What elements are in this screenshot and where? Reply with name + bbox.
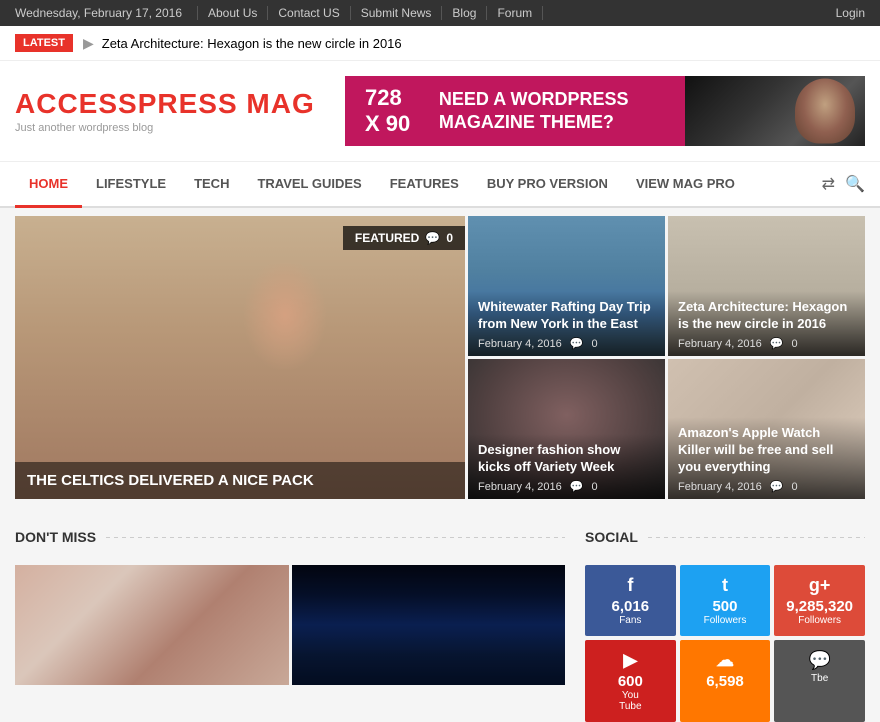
main-content: FEATURED 💬 0 THE CELTICS DELIVERED A NIC… — [0, 216, 880, 722]
banner-image — [685, 76, 865, 146]
nav-buy-pro[interactable]: BUY PRO VERSION — [473, 162, 622, 208]
dont-miss: DON'T MISS — [15, 529, 565, 722]
featured-main-title: THE CELTICS DELIVERED A NICE PACK — [15, 462, 465, 499]
banner-text: NEED A WORDPRESS MAGAZINE THEME? — [439, 88, 665, 135]
card-rafting-meta: February 4, 2016 💬 0 — [478, 337, 655, 350]
nav-travel-guides[interactable]: TRAVEL GUIDES — [243, 162, 375, 208]
youtube-label: YouTube — [590, 690, 671, 712]
logo-title: ACCESSPRESS MAG — [15, 88, 315, 120]
card-fashion-overlay: Designer fashion show kicks off Variety … — [468, 434, 665, 499]
date: Wednesday, February 17, 2016 — [15, 6, 182, 20]
about-link[interactable]: About Us — [197, 6, 268, 20]
nav-links: HOME LIFESTYLE TECH TRAVEL GUIDES FEATUR… — [15, 162, 749, 206]
dont-miss-grid — [15, 565, 565, 685]
header: ACCESSPRESS MAG Just another wordpress b… — [0, 61, 880, 162]
comment-icon: 💬 — [425, 231, 440, 245]
gplus-count: 9,285,320 — [779, 598, 860, 615]
facebook-label: Fans — [590, 615, 671, 626]
latest-badge: LATEST — [15, 34, 73, 52]
twitter-count: 500 — [685, 598, 766, 615]
nav-view-mag-pro[interactable]: VIEW MAG PRO — [622, 162, 749, 208]
dont-miss-image-1 — [15, 565, 289, 685]
card-architecture[interactable]: Zeta Architecture: Hexagon is the new ci… — [668, 216, 865, 356]
comment-icon: 💬 — [770, 480, 784, 493]
search-icon[interactable]: 🔍 — [845, 174, 865, 194]
logo-main: ACCESSPRESS — [15, 88, 238, 119]
nav-tech[interactable]: TECH — [180, 162, 243, 208]
social-youtube[interactable]: ▶ 600 YouTube — [585, 640, 676, 722]
comment-icon: 💬 — [570, 480, 584, 493]
banner-size: 728 X 90 — [365, 85, 419, 137]
comments-label: Tbe — [779, 673, 860, 684]
logo-accent: MAG — [238, 88, 315, 119]
bottom-section: DON'T MISS SOCIAL f 6,016 Fans — [15, 519, 865, 722]
submit-news-link[interactable]: Submit News — [351, 6, 443, 20]
gplus-label: Followers — [779, 615, 860, 626]
nav-icons: ⇄ 🔍 — [822, 174, 865, 194]
social-soundcloud[interactable]: ☁ 6,598 — [680, 640, 771, 722]
card-rafting-title: Whitewater Rafting Day Trip from New Yor… — [478, 299, 655, 333]
gplus-icon: g+ — [779, 575, 860, 596]
card-rafting-overlay: Whitewater Rafting Day Trip from New Yor… — [468, 291, 665, 356]
card-architecture-title: Zeta Architecture: Hexagon is the new ci… — [678, 299, 855, 333]
forum-link[interactable]: Forum — [487, 6, 543, 20]
nav-features[interactable]: FEATURES — [376, 162, 473, 208]
soundcloud-count: 6,598 — [685, 673, 766, 690]
dont-miss-card-2[interactable] — [292, 565, 566, 685]
social-title: SOCIAL — [585, 529, 865, 553]
twitter-icon: t — [685, 575, 766, 596]
card-rafting[interactable]: Whitewater Rafting Day Trip from New Yor… — [468, 216, 665, 356]
card-apple-overlay: Amazon's Apple Watch Killer will be free… — [668, 417, 865, 499]
card-architecture-meta: February 4, 2016 💬 0 — [678, 337, 855, 350]
twitter-label: Followers — [685, 615, 766, 626]
dont-miss-card-1[interactable] — [15, 565, 289, 685]
featured-main[interactable]: FEATURED 💬 0 THE CELTICS DELIVERED A NIC… — [15, 216, 465, 499]
soundcloud-icon: ☁ — [685, 650, 766, 671]
comment-icon: 💬 — [770, 337, 784, 350]
social-grid: f 6,016 Fans t 500 Followers g+ 9,285,32… — [585, 565, 865, 722]
card-architecture-overlay: Zeta Architecture: Hexagon is the new ci… — [668, 291, 865, 356]
login-link[interactable]: Login — [836, 6, 865, 20]
breaking-text: Zeta Architecture: Hexagon is the new ci… — [102, 36, 402, 51]
featured-grid: FEATURED 💬 0 THE CELTICS DELIVERED A NIC… — [15, 216, 865, 499]
featured-badge: FEATURED 💬 0 — [343, 226, 465, 250]
social-comments[interactable]: 💬 Tbe — [774, 640, 865, 722]
social-facebook[interactable]: f 6,016 Fans — [585, 565, 676, 636]
logo: ACCESSPRESS MAG Just another wordpress b… — [15, 88, 315, 134]
card-fashion[interactable]: Designer fashion show kicks off Variety … — [468, 359, 665, 499]
card-apple[interactable]: Amazon's Apple Watch Killer will be free… — [668, 359, 865, 499]
shuffle-icon[interactable]: ⇄ — [822, 174, 835, 194]
facebook-count: 6,016 — [590, 598, 671, 615]
top-nav: About Us Contact US Submit News Blog For… — [197, 6, 543, 20]
card-fashion-meta: February 4, 2016 💬 0 — [478, 480, 655, 493]
social: SOCIAL f 6,016 Fans t 500 Followers g+ 9… — [585, 529, 865, 722]
youtube-count: 600 — [590, 673, 671, 690]
facebook-icon: f — [590, 575, 671, 596]
social-twitter[interactable]: t 500 Followers — [680, 565, 771, 636]
youtube-icon: ▶ — [590, 650, 671, 671]
breaking-arrow: ▶ — [83, 35, 94, 52]
card-apple-meta: February 4, 2016 💬 0 — [678, 480, 855, 493]
top-bar: Wednesday, February 17, 2016 About Us Co… — [0, 0, 880, 26]
dont-miss-title: DON'T MISS — [15, 529, 565, 553]
featured-comment-count: 0 — [446, 231, 453, 245]
nav-home[interactable]: HOME — [15, 162, 82, 208]
main-nav: HOME LIFESTYLE TECH TRAVEL GUIDES FEATUR… — [0, 162, 880, 208]
contact-link[interactable]: Contact US — [268, 6, 350, 20]
comment-icon: 💬 — [570, 337, 584, 350]
comments-icon: 💬 — [779, 650, 860, 671]
dont-miss-image-2 — [292, 565, 566, 685]
featured-main-image — [15, 216, 465, 499]
banner-ad: 728 X 90 NEED A WORDPRESS MAGAZINE THEME… — [345, 76, 685, 146]
blog-link[interactable]: Blog — [442, 6, 487, 20]
social-googleplus[interactable]: g+ 9,285,320 Followers — [774, 565, 865, 636]
card-fashion-title: Designer fashion show kicks off Variety … — [478, 442, 655, 476]
card-apple-title: Amazon's Apple Watch Killer will be free… — [678, 425, 855, 476]
logo-tagline: Just another wordpress blog — [15, 122, 315, 134]
breaking-bar: LATEST ▶ Zeta Architecture: Hexagon is t… — [0, 26, 880, 61]
nav-lifestyle[interactable]: LIFESTYLE — [82, 162, 180, 208]
